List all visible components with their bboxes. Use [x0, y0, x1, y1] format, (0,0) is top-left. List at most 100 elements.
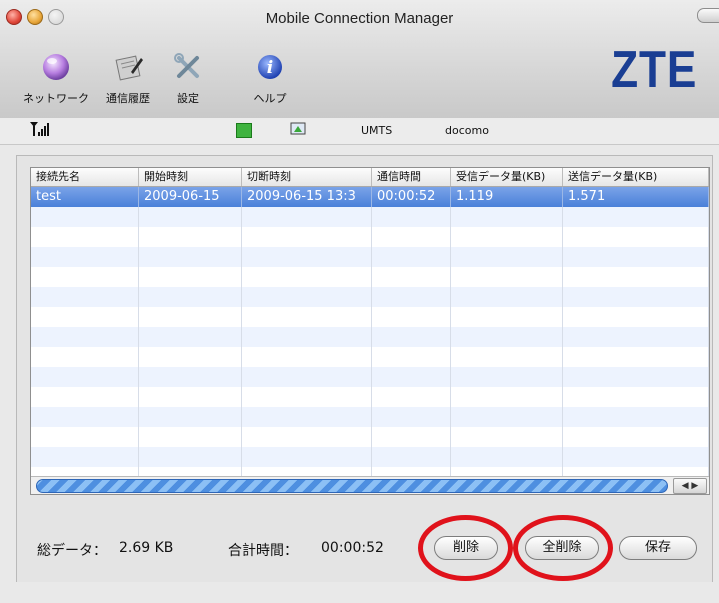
info-help-icon: i — [258, 55, 282, 79]
toolbar-network-button[interactable]: ネットワーク — [16, 50, 96, 106]
table-cell-empty — [372, 267, 451, 287]
table-cell-empty — [563, 367, 709, 387]
table-cell-empty — [31, 427, 139, 447]
signal-strength-icon — [30, 122, 49, 136]
table-row-empty — [31, 267, 709, 287]
cell-duration: 00:00:52 — [372, 187, 451, 207]
table-cell-empty — [372, 287, 451, 307]
scroll-arrows[interactable]: ◀ ▶ — [673, 478, 707, 494]
table-row-empty — [31, 427, 709, 447]
table-cell-empty — [31, 327, 139, 347]
table-cell-empty — [139, 407, 242, 427]
table-cell-empty — [139, 267, 242, 287]
column-header-received[interactable]: 受信データ量(KB) — [451, 168, 563, 186]
table-cell-empty — [31, 247, 139, 267]
horizontal-scrollbar[interactable]: ◀ ▶ — [31, 476, 709, 494]
zte-logo: ZTE — [610, 41, 697, 99]
column-header-end-time[interactable]: 切断時刻 — [242, 168, 372, 186]
table-cell-empty — [139, 347, 242, 367]
table-cell-empty — [372, 307, 451, 327]
table-cell-empty — [139, 227, 242, 247]
delete-all-button[interactable]: 全削除 — [525, 536, 599, 560]
table-cell-empty — [563, 447, 709, 467]
table-cell-empty — [139, 427, 242, 447]
toolbar-settings-button[interactable]: 設定 — [148, 50, 228, 106]
table-cell-empty — [242, 327, 372, 347]
table-row-empty — [31, 347, 709, 367]
table-cell-empty — [563, 427, 709, 447]
table-cell-empty — [451, 347, 563, 367]
save-button[interactable]: 保存 — [619, 536, 697, 560]
table-cell-empty — [242, 227, 372, 247]
table-cell-empty — [451, 427, 563, 447]
table-cell-empty — [563, 327, 709, 347]
table-row-empty — [31, 247, 709, 267]
column-header-start-time[interactable]: 開始時刻 — [139, 168, 242, 186]
cell-received: 1.119 — [451, 187, 563, 207]
table-cell-empty — [372, 247, 451, 267]
toolbar-network-label: ネットワーク — [23, 92, 89, 105]
table-cell-empty — [242, 407, 372, 427]
table-cell-empty — [563, 307, 709, 327]
table-cell-empty — [139, 287, 242, 307]
toolbar-help-button[interactable]: i ヘルプ — [230, 50, 310, 106]
settings-tools-icon — [174, 53, 199, 78]
table-row[interactable]: test 2009-06-15 2009-06-15 13:3 00:00:52… — [31, 187, 709, 207]
table-row-empty — [31, 407, 709, 427]
total-data-value: 2.69 KB — [119, 540, 174, 556]
cell-destination: test — [31, 187, 139, 207]
table-cell-empty — [31, 407, 139, 427]
column-header-duration[interactable]: 通信時間 — [372, 168, 451, 186]
table-cell-empty — [563, 347, 709, 367]
app-window: Mobile Connection Manager ネットワーク 通信履歴 設定… — [0, 0, 719, 603]
table-row-empty — [31, 387, 709, 407]
table-cell-empty — [372, 367, 451, 387]
table-cell-empty — [563, 227, 709, 247]
title-toolbar-area: Mobile Connection Manager ネットワーク 通信履歴 設定… — [0, 0, 719, 119]
connection-status-icon — [236, 123, 252, 138]
svg-text:i: i — [267, 58, 273, 78]
table-row-empty — [31, 447, 709, 467]
table-cell-empty — [31, 287, 139, 307]
operator-label: docomo — [445, 124, 489, 137]
delete-button[interactable]: 削除 — [434, 536, 498, 560]
table-cell-empty — [242, 287, 372, 307]
toolbar-settings-label: 設定 — [177, 92, 199, 105]
table-cell-empty — [563, 287, 709, 307]
table-cell-empty — [31, 307, 139, 327]
table-cell-empty — [242, 447, 372, 467]
table-cell-empty — [451, 307, 563, 327]
table-cell-empty — [563, 387, 709, 407]
table-cell-empty — [451, 287, 563, 307]
table-cell-empty — [242, 247, 372, 267]
table-cell-empty — [372, 407, 451, 427]
table-cell-empty — [451, 207, 563, 227]
table-cell-empty — [139, 247, 242, 267]
table-cell-empty — [242, 307, 372, 327]
table-header: 接続先名 開始時刻 切断時刻 通信時間 受信データ量(KB) 送信データ量(KB… — [31, 168, 709, 187]
table-cell-empty — [372, 427, 451, 447]
table-cell-empty — [563, 267, 709, 287]
table-cell-empty — [563, 207, 709, 227]
total-time-label: 合計時間： — [228, 543, 298, 559]
table-cell-empty — [451, 367, 563, 387]
table-cell-empty — [372, 327, 451, 347]
table-cell-empty — [372, 447, 451, 467]
table-cell-empty — [139, 387, 242, 407]
table-cell-empty — [451, 227, 563, 247]
table-row-empty — [31, 287, 709, 307]
table-cell-empty — [372, 227, 451, 247]
table-cell-empty — [451, 447, 563, 467]
table-cell-empty — [31, 387, 139, 407]
history-table[interactable]: 接続先名 開始時刻 切断時刻 通信時間 受信データ量(KB) 送信データ量(KB… — [30, 167, 710, 495]
table-cell-empty — [139, 447, 242, 467]
table-row-empty — [31, 207, 709, 227]
table-cell-empty — [372, 387, 451, 407]
network-type-label: UMTS — [361, 124, 393, 137]
status-bar: UMTS docomo — [0, 118, 719, 145]
scrollbar-thumb[interactable] — [36, 479, 668, 493]
table-cell-empty — [31, 347, 139, 367]
table-cell-empty — [372, 347, 451, 367]
column-header-sent[interactable]: 送信データ量(KB) — [563, 168, 709, 186]
column-header-destination[interactable]: 接続先名 — [31, 168, 139, 186]
